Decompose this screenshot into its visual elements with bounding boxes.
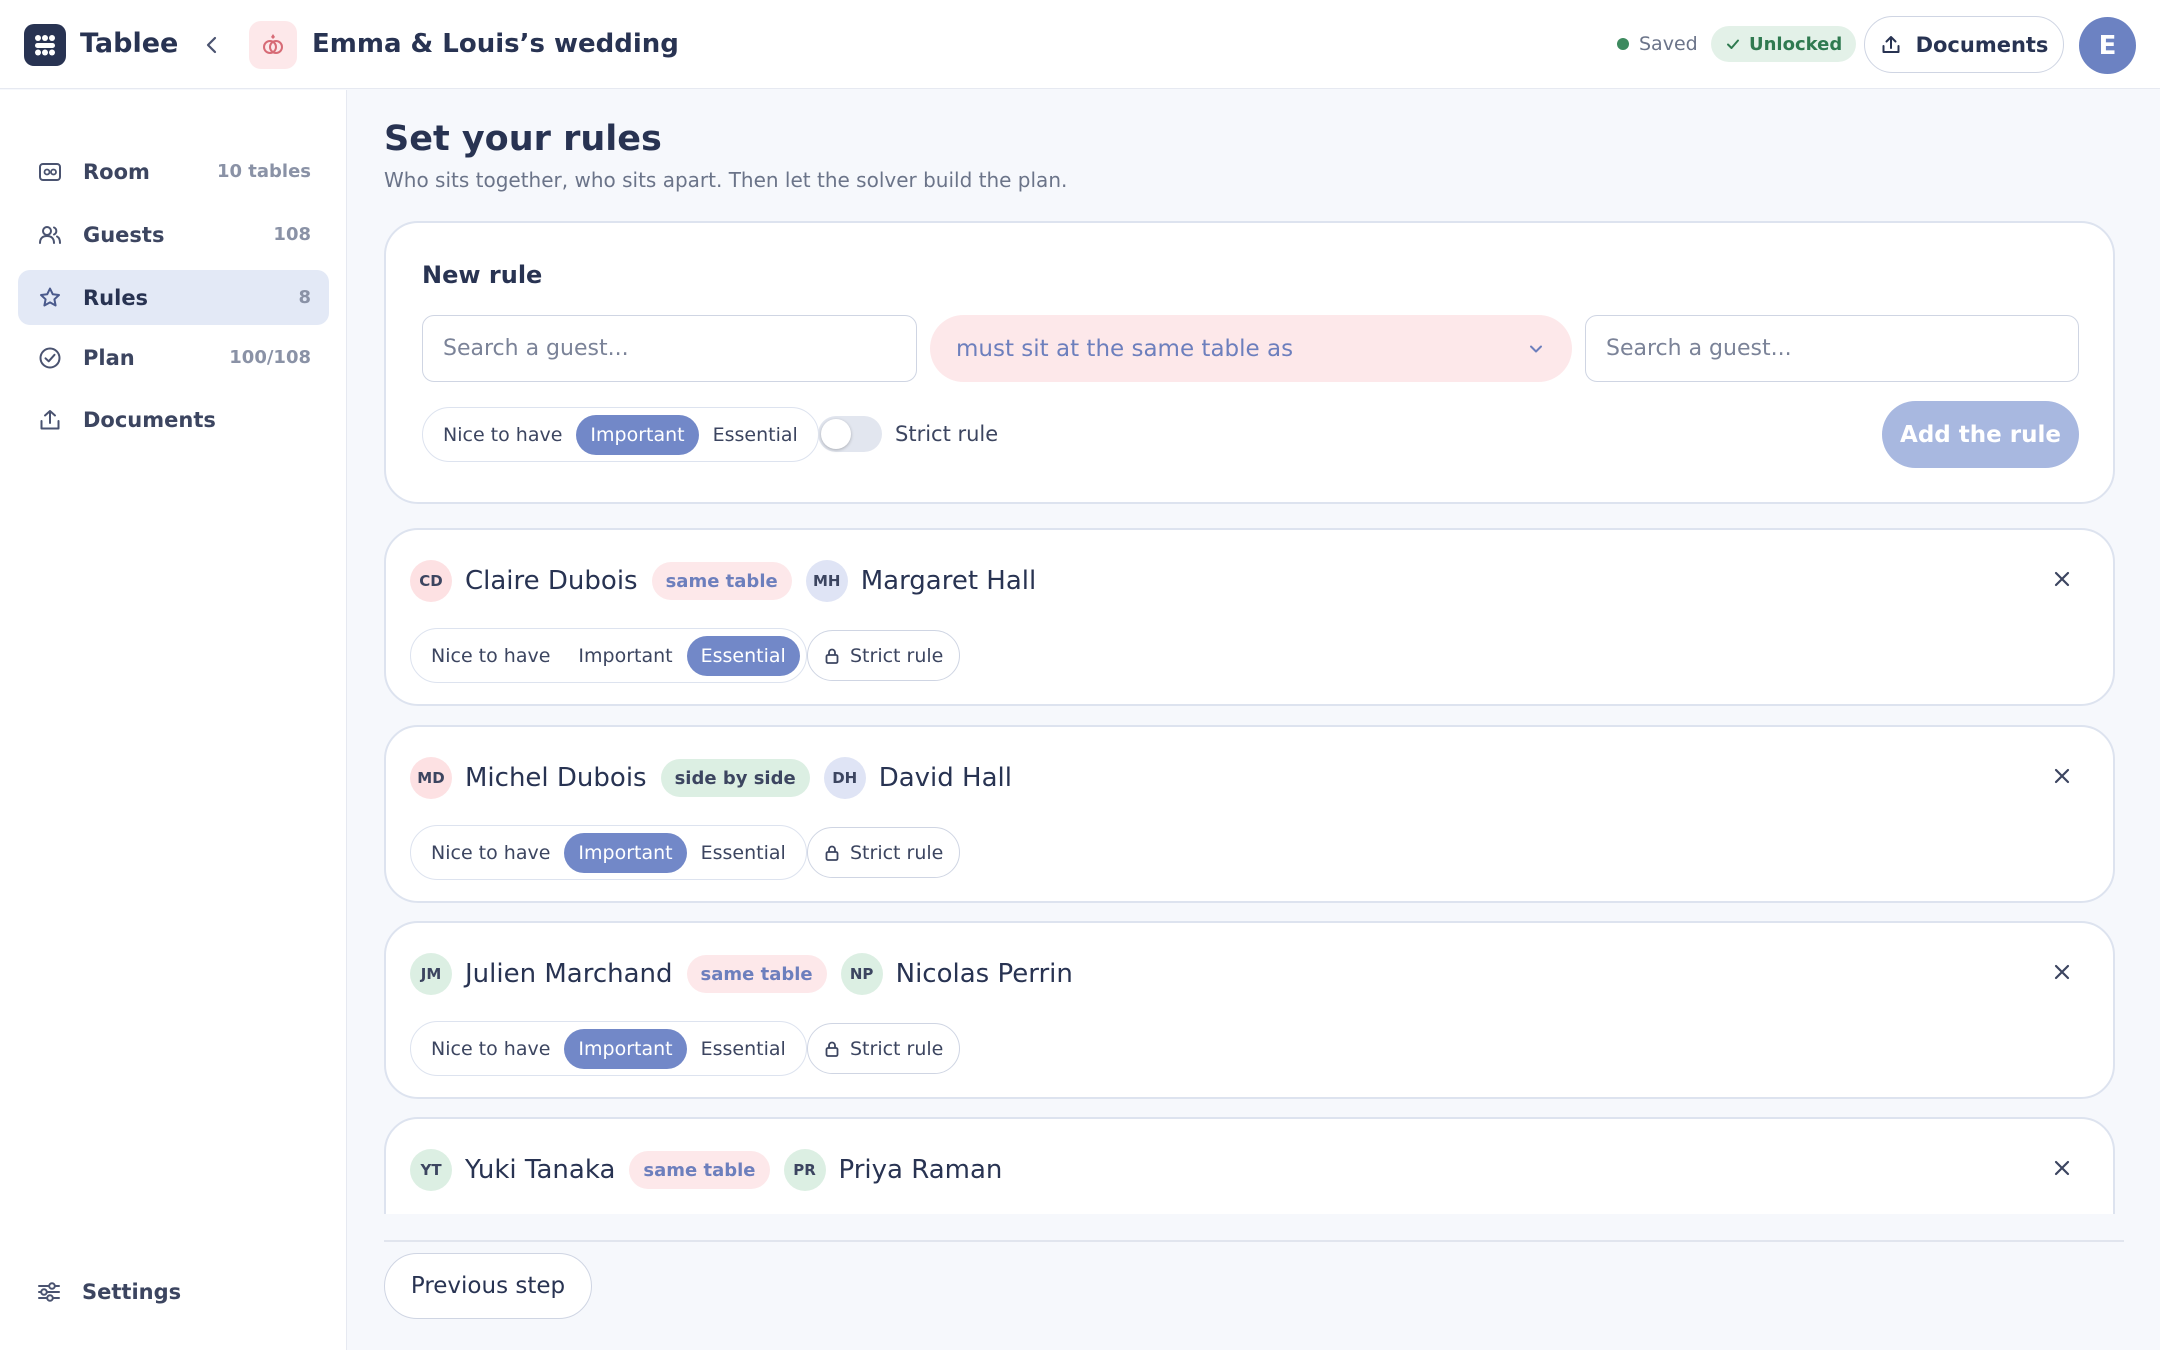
guest-avatar: JM xyxy=(410,953,452,995)
guest-b-search-input[interactable] xyxy=(1585,315,2079,382)
guest-b-name: Priya Raman xyxy=(838,1155,1003,1185)
strict-rule-label: Strict rule xyxy=(850,644,944,667)
priority-important[interactable]: Important xyxy=(564,1028,687,1069)
guest-a-search-input[interactable] xyxy=(422,315,917,382)
lock-icon xyxy=(825,1041,839,1057)
lock-icon xyxy=(825,648,839,664)
priority-selector: Nice to have Important Essential xyxy=(410,1021,807,1076)
guest-avatar: MD xyxy=(410,757,452,799)
guest-b-name: Nicolas Perrin xyxy=(895,959,1073,989)
guest-b-name: Margaret Hall xyxy=(860,566,1037,596)
relation-tag: same table xyxy=(651,562,792,600)
guest-a-name: Yuki Tanaka xyxy=(465,1155,616,1185)
relation-tag: side by side xyxy=(660,759,810,797)
new-rule-card: New rule must sit at the same table as N… xyxy=(384,221,2115,504)
relation-select-value: must sit at the same table as xyxy=(956,335,1294,362)
guest-avatar: YT xyxy=(410,1149,452,1191)
chevron-down-icon xyxy=(1530,345,1542,352)
close-icon[interactable] xyxy=(2047,957,2077,987)
relation-select[interactable]: must sit at the same table as xyxy=(930,315,1572,382)
priority-essential[interactable]: Essential xyxy=(686,635,800,676)
strict-rule-label: Strict rule xyxy=(895,422,999,446)
rule-summary: CD Claire Dubois same table MH Margaret … xyxy=(410,558,1036,604)
new-rule-title: New rule xyxy=(422,261,543,289)
strict-rule-button[interactable]: Strict rule xyxy=(807,827,961,878)
close-icon[interactable] xyxy=(2047,1153,2077,1183)
priority-nice-to-have[interactable]: Nice to have xyxy=(417,1029,564,1069)
guest-a-name: Claire Dubois xyxy=(465,566,638,596)
guest-a-name: Michel Dubois xyxy=(465,763,647,793)
guest-avatar: NP xyxy=(840,953,883,995)
priority-important[interactable]: Important xyxy=(576,414,699,455)
rule-card: CD Claire Dubois same table MH Margaret … xyxy=(384,528,2115,706)
priority-nice-to-have[interactable]: Nice to have xyxy=(417,833,564,873)
rule-summary: YT Yuki Tanaka same table PR Priya Raman xyxy=(410,1147,1002,1193)
guest-b-name: David Hall xyxy=(878,763,1012,793)
sliders-icon xyxy=(38,1282,60,1302)
strict-rule-label: Strict rule xyxy=(850,841,944,864)
add-rule-button[interactable]: Add the rule xyxy=(1882,401,2079,468)
priority-important[interactable]: Important xyxy=(564,832,687,873)
priority-nice-to-have[interactable]: Nice to have xyxy=(417,636,564,676)
strict-rule-button[interactable]: Strict rule xyxy=(807,630,961,681)
relation-tag: same table xyxy=(629,1151,770,1189)
close-icon[interactable] xyxy=(2047,761,2077,791)
sidebar-item-settings[interactable]: Settings xyxy=(36,1279,181,1305)
priority-selector: Nice to have Important Essential xyxy=(410,628,807,683)
strict-rule-label: Strict rule xyxy=(850,1037,944,1060)
rule-summary: MD Michel Dubois side by side DH David H… xyxy=(410,755,1012,801)
guest-avatar: DH xyxy=(823,757,866,799)
guest-a-name: Julien Marchand xyxy=(465,959,673,989)
relation-tag: same table xyxy=(686,955,827,993)
rules-scroll-area[interactable]: New rule must sit at the same table as N… xyxy=(0,0,2160,1214)
previous-step-button[interactable]: Previous step xyxy=(384,1253,592,1319)
priority-essential[interactable]: Essential xyxy=(699,415,812,455)
rule-card: MD Michel Dubois side by side DH David H… xyxy=(384,725,2115,903)
toggle-knob xyxy=(821,419,851,449)
priority-selector: Nice to have Important Essential xyxy=(422,407,819,462)
lock-icon xyxy=(825,845,839,861)
strict-rule-toggle[interactable] xyxy=(818,416,882,452)
priority-important[interactable]: Important xyxy=(564,636,686,676)
rule-card: YT Yuki Tanaka same table PR Priya Raman… xyxy=(384,1117,2115,1214)
strict-rule-button[interactable]: Strict rule xyxy=(807,1023,961,1074)
close-icon[interactable] xyxy=(2047,564,2077,594)
settings-label: Settings xyxy=(82,1280,182,1304)
guest-avatar: PR xyxy=(783,1149,826,1191)
guest-avatar: MH xyxy=(805,560,848,602)
rule-summary: JM Julien Marchand same table NP Nicolas… xyxy=(410,951,1073,997)
priority-essential[interactable]: Essential xyxy=(687,1029,800,1069)
rule-card: JM Julien Marchand same table NP Nicolas… xyxy=(384,921,2115,1099)
priority-nice-to-have[interactable]: Nice to have xyxy=(429,415,576,455)
priority-selector: Nice to have Important Essential xyxy=(410,825,807,880)
footer-divider xyxy=(384,1240,2124,1242)
priority-essential[interactable]: Essential xyxy=(687,833,800,873)
guest-avatar: CD xyxy=(410,560,452,602)
